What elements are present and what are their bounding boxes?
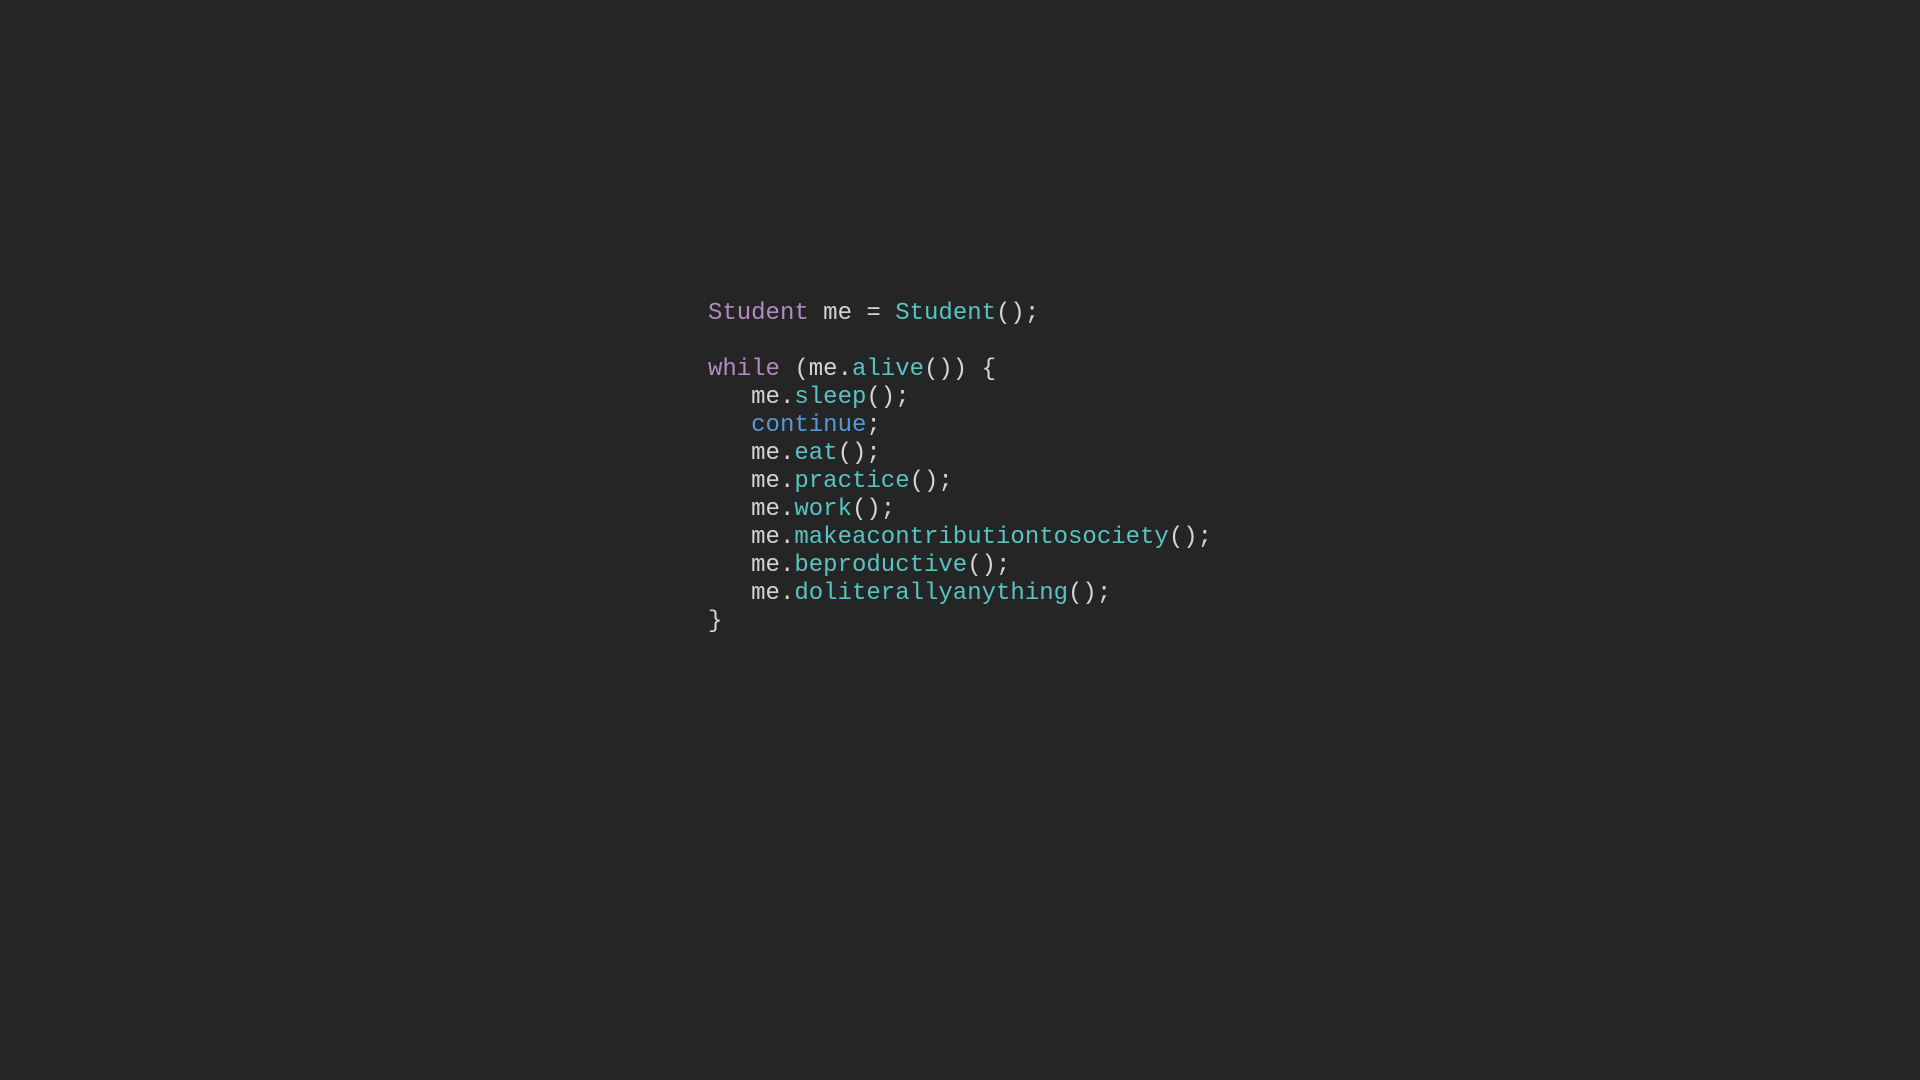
indent [708, 440, 751, 467]
var-token: me [751, 524, 780, 551]
var-token: me [809, 356, 838, 383]
indent [708, 468, 751, 495]
call-tail: (); [1068, 580, 1111, 607]
func-token: makeacontributiontosociety [794, 524, 1168, 551]
code-line: me.practice(); [708, 468, 953, 495]
call-tail: (); [866, 384, 909, 411]
func-token: eat [794, 440, 837, 467]
var-token: me [751, 552, 780, 579]
call-tail: (); [838, 440, 881, 467]
code-line: me.beproductive(); [708, 552, 1010, 579]
call-tail: (); [967, 552, 1010, 579]
var-token: me [751, 440, 780, 467]
code-line: while (me.alive()) { [708, 356, 996, 383]
code-line: me.makeacontributiontosociety(); [708, 524, 1212, 551]
space [809, 300, 823, 327]
dot-token: . [838, 356, 852, 383]
indent [708, 580, 751, 607]
dot-token: . [780, 384, 794, 411]
var-token: me [751, 384, 780, 411]
code-block: Student me = Student(); while (me.alive(… [708, 272, 1212, 636]
var-token: me [823, 300, 852, 327]
indent [708, 384, 751, 411]
func-token: doliterallyanything [794, 580, 1068, 607]
var-token: me [751, 496, 780, 523]
paren-open: ( [780, 356, 809, 383]
code-line: me.work(); [708, 496, 895, 523]
ctor-call-token: (); [996, 300, 1039, 327]
func-token: sleep [794, 384, 866, 411]
type-token: Student [708, 300, 809, 327]
class-token: Student [895, 300, 996, 327]
cond-close: ()) { [924, 356, 996, 383]
dot-token: . [780, 580, 794, 607]
indent [708, 412, 751, 439]
while-keyword: while [708, 356, 780, 383]
var-token: me [751, 580, 780, 607]
dot-token: . [780, 440, 794, 467]
indent [708, 524, 751, 551]
eq-token: = [852, 300, 895, 327]
func-token: beproductive [794, 552, 967, 579]
dot-token: . [780, 552, 794, 579]
call-tail: (); [1169, 524, 1212, 551]
var-token: me [751, 468, 780, 495]
func-token: practice [794, 468, 909, 495]
semi-token: ; [866, 412, 880, 439]
indent [708, 496, 751, 523]
indent [708, 552, 751, 579]
call-tail: (); [852, 496, 895, 523]
code-line: me.sleep(); [708, 384, 910, 411]
dot-token: . [780, 524, 794, 551]
code-line: continue; [708, 412, 881, 439]
continue-keyword: continue [751, 412, 866, 439]
code-wallpaper: Student me = Student(); while (me.alive(… [0, 0, 1920, 1080]
call-tail: (); [910, 468, 953, 495]
func-token: work [794, 496, 852, 523]
code-line: Student me = Student(); [708, 300, 1039, 327]
dot-token: . [780, 496, 794, 523]
brace-close: } [708, 608, 722, 635]
dot-token: . [780, 468, 794, 495]
func-token: alive [852, 356, 924, 383]
code-line: } [708, 608, 722, 635]
code-line: me.doliterallyanything(); [708, 580, 1111, 607]
code-line: me.eat(); [708, 440, 881, 467]
